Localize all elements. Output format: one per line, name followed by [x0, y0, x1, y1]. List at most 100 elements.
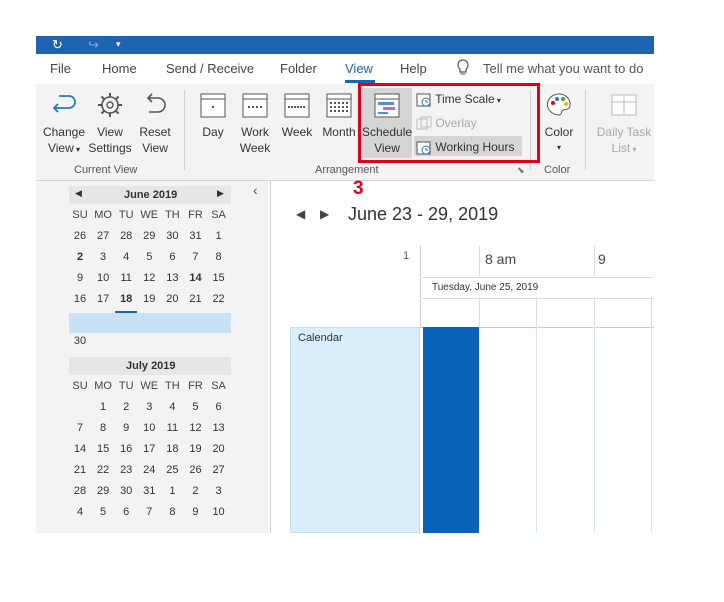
day-cell[interactable]: 26 — [69, 227, 91, 246]
day-cell[interactable]: 11 — [115, 269, 137, 288]
day-cell[interactable]: 1 — [92, 398, 114, 417]
day-cell[interactable]: 12 — [184, 419, 206, 438]
day-cell[interactable]: 8 — [161, 503, 183, 522]
day-cell[interactable]: 9 — [115, 419, 137, 438]
day-cell[interactable]: 30 — [161, 227, 183, 246]
calendar-row-header[interactable] — [290, 327, 420, 533]
undo-icon[interactable]: ↻ — [52, 37, 63, 53]
day-cell[interactable]: 13 — [208, 419, 230, 438]
day-cell[interactable]: 10 — [92, 269, 114, 288]
day-cell[interactable]: 15 — [92, 440, 114, 459]
day-cell[interactable]: 26 — [184, 461, 206, 480]
day-cell[interactable]: 10 — [138, 419, 160, 438]
tab-folder[interactable]: Folder — [280, 61, 317, 76]
day-cell[interactable]: 3 — [208, 482, 230, 501]
day-cell[interactable]: 24 — [138, 461, 160, 480]
day-cell[interactable]: 22 — [208, 290, 230, 309]
work-week-button[interactable]: Work Week — [236, 90, 274, 156]
day-cell[interactable]: 2 — [115, 398, 137, 417]
day-cell[interactable]: 29 — [92, 482, 114, 501]
day-cell[interactable]: 18 — [115, 290, 137, 309]
day-cell[interactable]: 15 — [208, 269, 230, 288]
busy-time-block[interactable] — [423, 327, 479, 533]
day-cell[interactable]: 28 — [69, 482, 91, 501]
day-cell[interactable]: 18 — [161, 440, 183, 459]
day-button[interactable]: Day — [196, 90, 230, 140]
day-cell[interactable]: 7 — [138, 503, 160, 522]
tab-help[interactable]: Help — [400, 61, 427, 76]
prev-month-icon[interactable]: ◀ — [75, 188, 82, 199]
day-cell[interactable]: 30 — [115, 482, 137, 501]
day-cell[interactable]: 27 — [208, 461, 230, 480]
redo-icon[interactable]: ↪ — [88, 37, 99, 53]
day-cell[interactable]: 11 — [161, 419, 183, 438]
day-cell[interactable]: 27 — [92, 227, 114, 246]
day-cell[interactable]: 17 — [138, 440, 160, 459]
view-settings-button[interactable]: View Settings — [88, 90, 132, 156]
change-view-button[interactable]: Change View ▾ — [41, 90, 87, 158]
day-cell[interactable]: 19 — [184, 440, 206, 459]
day-cell[interactable]: 14 — [69, 440, 91, 459]
day-cell[interactable]: 23 — [115, 461, 137, 480]
day-cell[interactable]: 17 — [92, 290, 114, 309]
prev-range-icon[interactable]: ◀ — [296, 207, 305, 221]
day-cell[interactable]: 10 — [208, 503, 230, 522]
day-cell[interactable]: 25 — [161, 461, 183, 480]
day-cell[interactable]: 5 — [184, 398, 206, 417]
dialog-launcher-icon[interactable]: ⬊ — [517, 165, 525, 176]
day-cell[interactable]: 20 — [161, 290, 183, 309]
day-cell[interactable]: 21 — [184, 290, 206, 309]
day-cell[interactable]: 2 — [69, 248, 91, 267]
day-cell[interactable]: 14 — [184, 269, 206, 288]
day-cell[interactable]: 8 — [92, 419, 114, 438]
day-cell[interactable]: 31 — [138, 482, 160, 501]
day-cell[interactable]: 8 — [208, 248, 230, 267]
day-cell — [115, 332, 137, 351]
day-cell[interactable]: 3 — [92, 248, 114, 267]
day-cell[interactable]: 1 — [161, 482, 183, 501]
day-cell[interactable]: 7 — [69, 419, 91, 438]
month-button[interactable]: Month — [320, 90, 358, 140]
day-cell[interactable]: 19 — [138, 290, 160, 309]
day-cell[interactable]: 2 — [184, 482, 206, 501]
day-cell[interactable]: 20 — [208, 440, 230, 459]
tab-file[interactable]: File — [50, 61, 71, 76]
day-cell[interactable]: 12 — [138, 269, 160, 288]
day-cell[interactable]: 4 — [161, 398, 183, 417]
tell-me-search[interactable]: Tell me what you want to do — [483, 61, 643, 76]
day-cell[interactable]: 1 — [208, 227, 230, 246]
day-cell[interactable]: 29 — [138, 227, 160, 246]
tab-home[interactable]: Home — [102, 61, 137, 76]
day-cell[interactable]: 16 — [69, 290, 91, 309]
day-cell[interactable]: 31 — [184, 227, 206, 246]
day-cell[interactable]: 16 — [115, 440, 137, 459]
qat-dropdown-icon[interactable]: ▾ — [116, 39, 121, 50]
month-header: July 2019 — [69, 357, 231, 375]
tab-view[interactable]: View — [345, 61, 373, 76]
day-cell[interactable]: 6 — [161, 248, 183, 267]
day-cell[interactable]: 13 — [161, 269, 183, 288]
day-cell[interactable]: 7 — [184, 248, 206, 267]
next-range-icon[interactable]: ▶ — [320, 207, 329, 221]
day-cell[interactable]: 21 — [69, 461, 91, 480]
day-cell[interactable]: 5 — [138, 248, 160, 267]
day-cell[interactable]: 28 — [115, 227, 137, 246]
day-cell[interactable]: 3 — [138, 398, 160, 417]
next-month-icon[interactable]: ▶ — [217, 188, 224, 199]
day-cell[interactable]: 22 — [92, 461, 114, 480]
day-cell[interactable]: 30 — [69, 332, 91, 351]
day-cell[interactable]: 4 — [115, 248, 137, 267]
color-label: Color — [544, 125, 574, 139]
day-cell[interactable]: 9 — [69, 269, 91, 288]
tab-send-receive[interactable]: Send / Receive — [166, 61, 254, 76]
reset-view-button[interactable]: Reset View — [134, 90, 176, 156]
collapse-pane-icon[interactable]: ‹ — [253, 182, 258, 198]
day-cell[interactable]: 9 — [184, 503, 206, 522]
day-cell[interactable]: 6 — [208, 398, 230, 417]
day-cell[interactable]: 4 — [69, 503, 91, 522]
color-button[interactable]: Color ▾ — [540, 90, 578, 156]
week-button[interactable]: Week — [279, 90, 315, 140]
day-cell[interactable]: 5 — [92, 503, 114, 522]
day-cell[interactable]: 6 — [115, 503, 137, 522]
work-week-label-2: Week — [239, 141, 271, 155]
